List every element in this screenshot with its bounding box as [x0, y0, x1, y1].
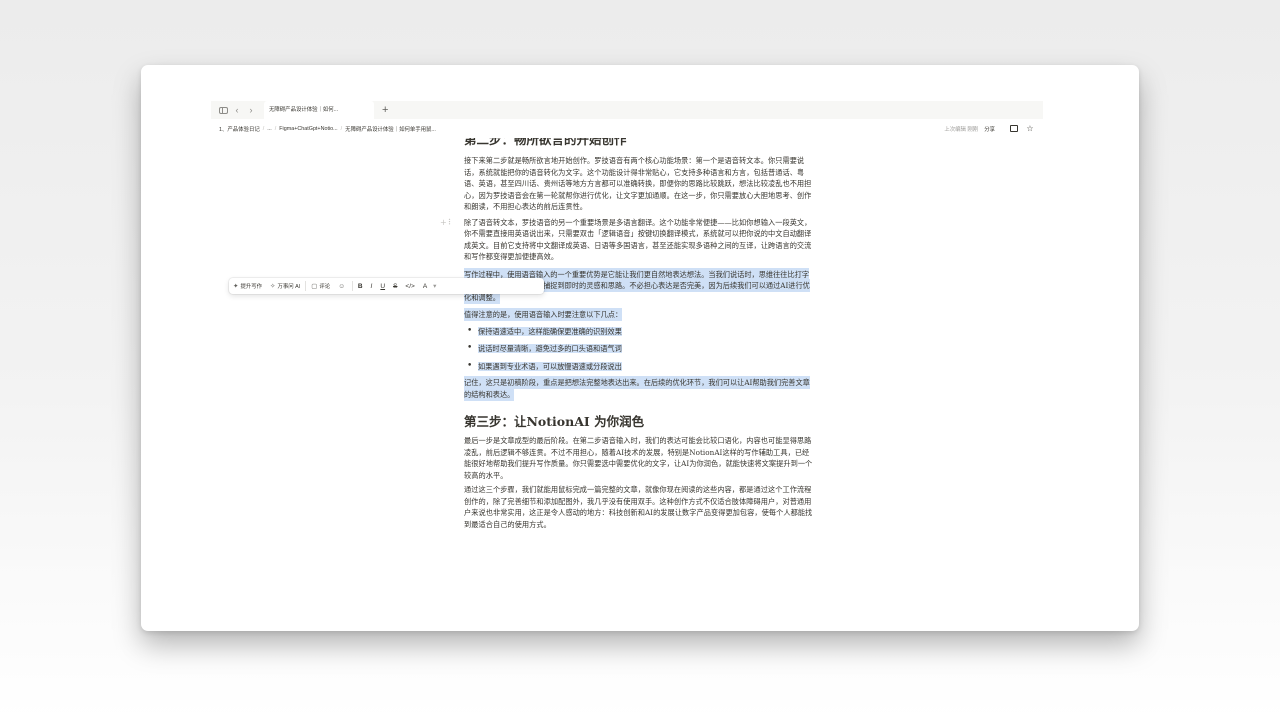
- page-topbar: 1、产品体验日记 / ... / Figma+ChatGpt+Notio... …: [211, 119, 1043, 138]
- bold-button[interactable]: B: [354, 283, 367, 290]
- selection-highlight: 说话时尽量清晰，避免过多的口头语和语气词: [478, 344, 622, 353]
- breadcrumb-separator: /: [262, 125, 265, 132]
- text-format-toolbar: ✦ 提升写作 ✧ 万事问 AI ▢ 评论 ☺ B I U S </> A ▾: [229, 278, 544, 294]
- new-tab-button[interactable]: +: [382, 101, 388, 119]
- share-button[interactable]: 分享: [984, 125, 995, 133]
- comment-icon[interactable]: [1009, 124, 1019, 133]
- bullet-list: 保持语速适中，这样能确保更准确的识别效果 说话时尽量清晰，避免过多的口头语和语气…: [464, 323, 814, 376]
- improve-writing-button[interactable]: ✦ 提升写作: [229, 278, 266, 294]
- strikethrough-button[interactable]: S: [389, 283, 401, 290]
- step3-heading: 第三步：让NotionAI 为你润色: [464, 414, 645, 429]
- paragraph[interactable]: 通过这三个步骤，我们就能用鼠标完成一篇完整的文章，就像你现在阅读的这些内容，都是…: [464, 484, 814, 530]
- paragraph[interactable]: 最后一步是文章成型的最后阶段。在第二步语音输入时，我们的表达可能会比较口语化，内…: [464, 435, 814, 481]
- comment-button[interactable]: ▢ 评论: [307, 278, 334, 294]
- breadcrumb-item[interactable]: 1、产品体验日记: [219, 125, 260, 133]
- selected-paragraph[interactable]: 记住，这只是初稿阶段，重点是把想法完整地表达出来。在后续的优化环节，我们可以让A…: [464, 376, 814, 401]
- last-edited-label: 上次编辑 刚刚: [944, 126, 979, 133]
- paragraph[interactable]: 接下来第二步就是畅所欲言地开始创作。罗技语音有两个核心功能场景：第一个是语音转文…: [464, 155, 814, 213]
- list-item[interactable]: 保持语速适中，这样能确保更准确的识别效果: [464, 323, 814, 341]
- improve-writing-label: 提升写作: [240, 284, 263, 290]
- italic-button[interactable]: I: [367, 283, 377, 290]
- chevron-down-icon[interactable]: ▾: [431, 282, 438, 290]
- forward-arrow-icon[interactable]: ›: [244, 101, 258, 119]
- step2-heading: 第二步：畅所欲言的开始创作: [464, 138, 627, 147]
- page-content: 第二步：畅所欲言的开始创作 接下来第二步就是畅所欲言地开始创作。罗技语音有两个核…: [440, 138, 814, 530]
- selection-highlight: 记住，这只是初稿阶段，重点是把想法完整地表达出来。在后续的优化环节，我们可以让A…: [464, 376, 810, 401]
- topbar-actions: 上次编辑 刚刚 分享 ☆: [944, 124, 1043, 133]
- emoji-button[interactable]: ☺: [334, 278, 351, 294]
- notion-window: ‹ › 无障碍产品设计体验｜如何... + 1、产品体验日记 / ... / F…: [211, 101, 1043, 603]
- toolbar-divider: [305, 281, 307, 291]
- breadcrumb-item[interactable]: 无障碍产品设计体验｜如何单手用鼠...: [345, 125, 436, 133]
- ask-ai-label: 万事问 AI: [277, 284, 301, 290]
- comment-bubble-icon: ▢: [311, 283, 318, 290]
- code-button[interactable]: </>: [401, 283, 418, 290]
- selected-paragraph[interactable]: 值得注意的是，使用语音输入时要注意以下几点：: [464, 308, 814, 321]
- ask-ai-button[interactable]: ✧ 万事问 AI: [266, 278, 304, 294]
- heading-clip: 第二步：畅所欲言的开始创作: [464, 138, 814, 150]
- breadcrumb-item[interactable]: Figma+ChatGpt+Notio...: [279, 126, 337, 132]
- breadcrumb-separator: /: [340, 125, 343, 132]
- toolbar-divider: [351, 281, 353, 291]
- tab-current-page[interactable]: 无障碍产品设计体验｜如何...: [264, 101, 374, 119]
- magic-wand-icon: ✦: [233, 283, 239, 290]
- ai-sparkle-icon: ✧: [270, 283, 276, 290]
- breadcrumb-separator: /: [274, 125, 277, 132]
- text-color-button[interactable]: A: [419, 283, 431, 290]
- comment-label: 评论: [319, 284, 331, 290]
- list-item[interactable]: 如果遇到专业术语，可以放慢语速或分段说出: [464, 358, 814, 376]
- emoji-icon: ☺: [338, 282, 345, 290]
- selection-highlight: 保持语速适中，这样能确保更准确的识别效果: [478, 326, 622, 336]
- back-arrow-icon[interactable]: ‹: [230, 101, 244, 119]
- underline-button[interactable]: U: [376, 283, 389, 290]
- selection-highlight: 值得注意的是，使用语音输入时要注意以下几点：: [464, 308, 623, 321]
- paragraph[interactable]: 除了语音转文本，罗技语音的另一个重要场景是多语言翻译。这个功能非常便捷——比如你…: [464, 217, 814, 263]
- breadcrumb: 1、产品体验日记 / ... / Figma+ChatGpt+Notio... …: [211, 125, 436, 133]
- sidebar-toggle-icon[interactable]: [217, 106, 230, 114]
- breadcrumb-item[interactable]: ...: [267, 126, 272, 132]
- star-icon[interactable]: ☆: [1025, 124, 1035, 133]
- tab-bar: ‹ › 无障碍产品设计体验｜如何... +: [211, 101, 1043, 119]
- paragraph-block[interactable]: +⠇ 除了语音转文本，罗技语音的另一个重要场景是多语言翻译。这个功能非常便捷——…: [440, 217, 814, 263]
- selection-highlight: 如果遇到专业术语，可以放慢语速或分段说出: [478, 361, 622, 371]
- list-item[interactable]: 说话时尽量清晰，避免过多的口头语和语气词: [464, 340, 814, 358]
- drag-handle-icon[interactable]: +⠇: [440, 218, 455, 227]
